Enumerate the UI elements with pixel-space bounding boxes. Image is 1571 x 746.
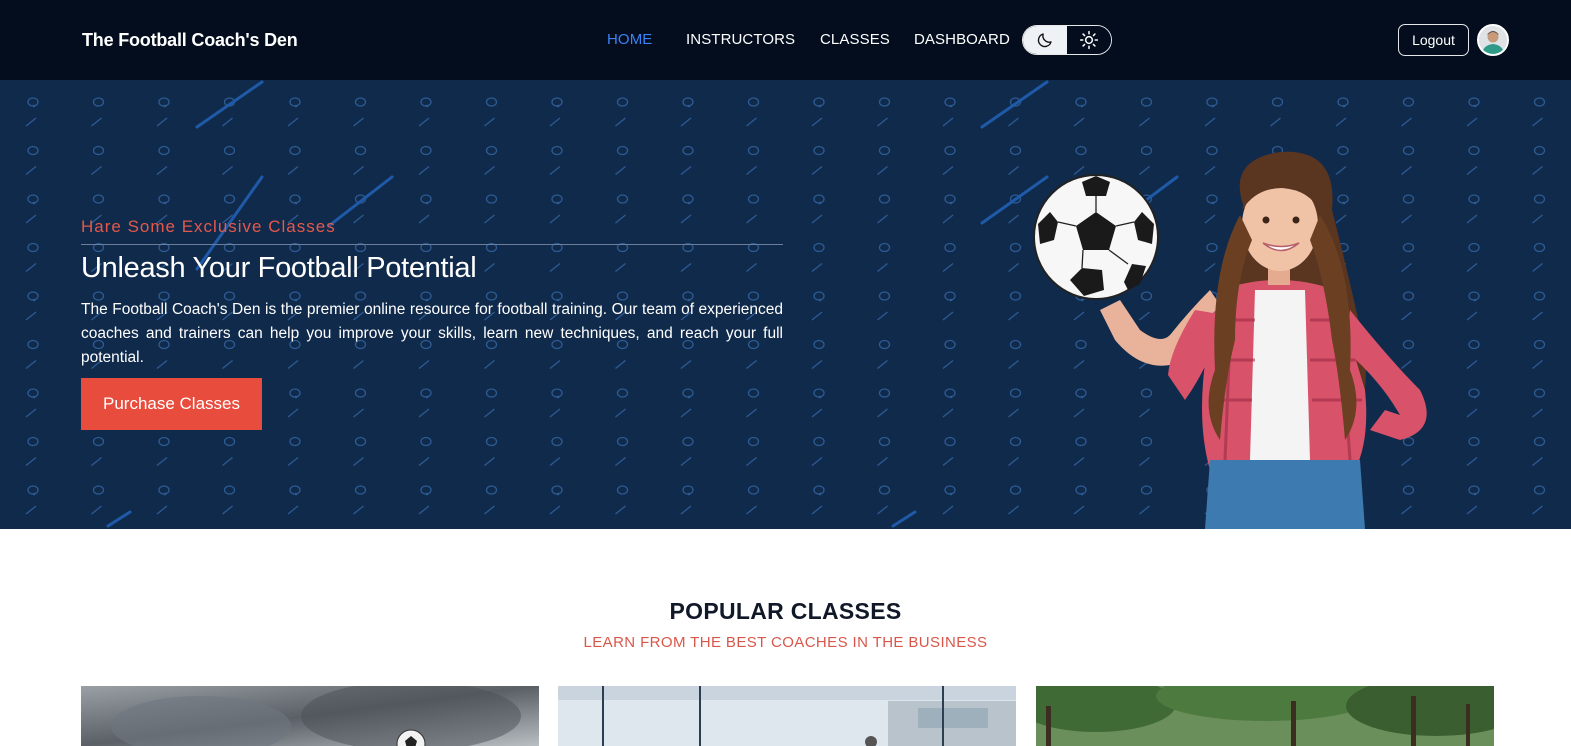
class-card-image[interactable]: [81, 686, 539, 746]
class-image-stormy-field: [81, 686, 539, 746]
theme-toggle[interactable]: [1022, 25, 1112, 55]
class-image-park-trees: [1036, 686, 1494, 746]
popular-classes-title: POPULAR CLASSES: [669, 598, 902, 624]
nav-classes[interactable]: CLASSES: [820, 31, 890, 48]
sun-icon: [1079, 30, 1099, 50]
popular-classes-subtitle: LEARN FROM THE BEST COACHES IN THE BUSIN…: [583, 634, 988, 651]
nav-dashboard[interactable]: DASHBOARD: [914, 31, 1010, 48]
user-photo: [1479, 26, 1507, 54]
hero-banner: Hare Some Exclusive Classes Unleash Your…: [0, 80, 1571, 529]
dark-mode-option[interactable]: [1023, 26, 1067, 54]
user-avatar[interactable]: [1477, 24, 1509, 56]
moon-icon: [1037, 33, 1052, 48]
top-navbar: The Football Coach's Den HOME INSTRUCTOR…: [0, 0, 1571, 80]
hero-title: Unleash Your Football Potential: [81, 252, 477, 284]
class-image-indoor-court: [558, 686, 1016, 746]
girl-with-football-image: [1033, 151, 1427, 529]
class-card-image[interactable]: [1036, 686, 1494, 746]
hero-description: The Football Coach's Den is the premier …: [81, 301, 783, 366]
logout-button[interactable]: Logout: [1398, 24, 1469, 56]
nav-home[interactable]: HOME: [607, 31, 652, 48]
hero-divider: [81, 244, 783, 245]
class-card-image[interactable]: [558, 686, 1016, 746]
nav-instructors[interactable]: INSTRUCTORS: [686, 31, 795, 48]
light-mode-option[interactable]: [1067, 26, 1111, 54]
site-brand[interactable]: The Football Coach's Den: [82, 30, 298, 51]
hero-kicker: Hare Some Exclusive Classes: [81, 217, 336, 236]
purchase-classes-button[interactable]: Purchase Classes: [81, 378, 262, 430]
